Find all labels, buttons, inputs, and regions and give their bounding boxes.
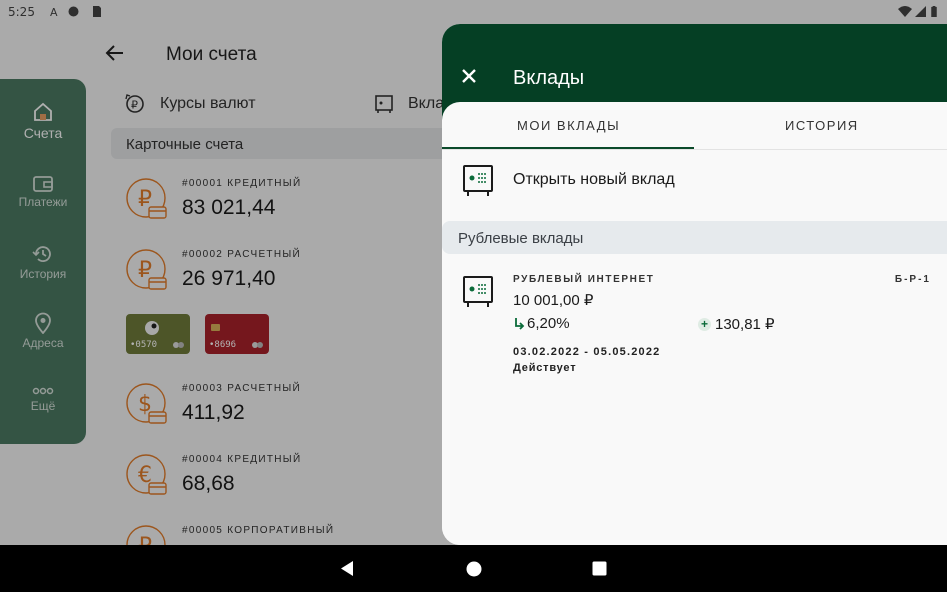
plus-icon: +: [698, 317, 711, 331]
rate-arrow-icon: [515, 317, 525, 330]
sheet-body: МОИ ВКЛАДЫ ИСТОРИЯ Открыть новый вклад Р…: [442, 102, 947, 545]
sheet-title: Вклады: [513, 67, 585, 89]
home-circle-icon[interactable]: [466, 561, 482, 577]
tab-my-deposits[interactable]: МОИ ВКЛАДЫ: [517, 118, 620, 133]
deposit-status: Действует: [513, 362, 577, 374]
back-triangle-icon[interactable]: [339, 560, 355, 577]
close-icon[interactable]: [459, 66, 479, 86]
tab-history[interactable]: ИСТОРИЯ: [785, 118, 859, 133]
deposit-income-value: 130,81 ₽: [715, 316, 775, 333]
safe-icon: [463, 276, 493, 307]
ruble-deposits-section-header: Рублевые вклады: [442, 221, 947, 254]
deposit-rate-value: 6,20%: [527, 315, 570, 332]
deposit-rate: 6,20%: [513, 315, 570, 332]
active-tab-indicator: [442, 147, 694, 149]
deposit-item[interactable]: РУБЛЕВЫЙ ИНТЕРНЕТ Б-Р-1 10 001,00 ₽ 6,20…: [442, 267, 947, 377]
system-navigation-bar: [0, 545, 947, 592]
tab-divider: [442, 149, 947, 150]
deposit-code: Б-Р-1: [894, 274, 931, 285]
recents-square-icon[interactable]: [592, 561, 607, 576]
deposit-income: + 130,81 ₽: [698, 315, 775, 333]
safe-icon: [463, 165, 493, 196]
deposit-amount: 10 001,00 ₽: [513, 292, 594, 309]
deposit-name: РУБЛЕВЫЙ ИНТЕРНЕТ: [513, 274, 655, 285]
deposit-period: 03.02.2022 - 05.05.2022: [513, 346, 661, 358]
open-new-deposit-button[interactable]: Открыть новый вклад: [442, 158, 947, 204]
open-new-deposit-label: Открыть новый вклад: [513, 171, 675, 188]
deposits-sheet: Вклады МОИ ВКЛАДЫ ИСТОРИЯ Открыть новый …: [442, 24, 947, 545]
